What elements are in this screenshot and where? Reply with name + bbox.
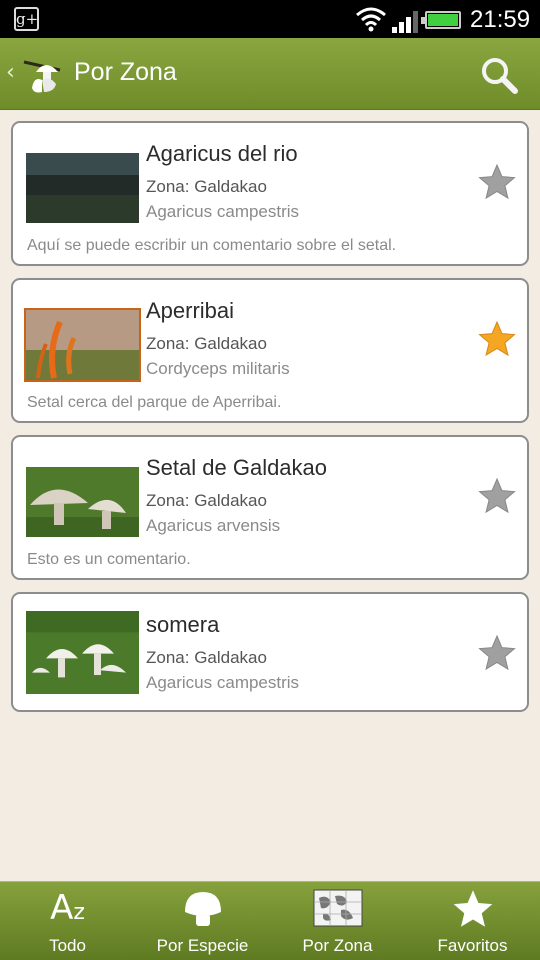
map-icon bbox=[313, 889, 362, 927]
favorite-star-icon[interactable] bbox=[478, 320, 516, 358]
list-item[interactable]: Agaricus del rio Zona: Galdakao Agaricus… bbox=[11, 121, 529, 266]
star-icon bbox=[453, 890, 492, 927]
signal-strength-icon bbox=[392, 11, 418, 33]
photo-thumbnail bbox=[24, 308, 141, 382]
photo-thumbnail bbox=[26, 153, 139, 223]
app-logo-mushroom-icon[interactable] bbox=[22, 50, 68, 96]
photo-thumbnail bbox=[26, 611, 139, 694]
photo-thumbnail bbox=[26, 467, 139, 537]
item-species: Agaricus campestris bbox=[146, 673, 300, 692]
setal-list: Agaricus del rio Zona: Galdakao Agaricus… bbox=[11, 121, 529, 724]
item-species: Cordyceps militaris bbox=[146, 359, 290, 378]
tab-todo[interactable]: Az Todo bbox=[0, 882, 135, 960]
item-species: Agaricus campestris bbox=[146, 202, 300, 221]
item-comment: Esto es un comentario. bbox=[27, 551, 191, 568]
item-name: Setal de Galdakao bbox=[146, 455, 328, 480]
tab-label: Todo bbox=[49, 936, 86, 955]
google-plus-notification-icon: g+ bbox=[14, 7, 39, 31]
item-comment: Setal cerca del parque de Aperribai. bbox=[27, 394, 282, 411]
item-zone: Zona: Galdakao bbox=[146, 491, 267, 510]
item-zone: Zona: Galdakao bbox=[146, 334, 267, 353]
favorite-star-icon[interactable] bbox=[478, 477, 516, 515]
page-title: Por Zona bbox=[74, 58, 177, 86]
action-bar: ‹ Por Zona bbox=[0, 38, 540, 110]
item-comment: Aquí se puede escribir un comentario sob… bbox=[27, 237, 397, 254]
favorite-star-icon[interactable] bbox=[478, 634, 516, 672]
favorite-star-icon[interactable] bbox=[478, 163, 516, 201]
item-name: somera bbox=[146, 612, 220, 637]
battery-icon bbox=[421, 11, 461, 29]
status-bar: g+ 21:59 bbox=[0, 0, 540, 38]
status-clock: 21:59 bbox=[470, 6, 531, 33]
item-name: Aperribai bbox=[146, 298, 235, 323]
list-item[interactable]: Setal de Galdakao Zona: Galdakao Agaricu… bbox=[11, 435, 529, 580]
bottom-tab-bar: Az Todo Por Especie Por Zona Favoritos bbox=[0, 881, 540, 960]
mushroom-icon bbox=[184, 892, 221, 926]
wifi-icon bbox=[356, 7, 386, 32]
up-chevron-icon[interactable]: ‹ bbox=[6, 60, 15, 85]
list-item[interactable]: somera Zona: Galdakao Agaricus campestri… bbox=[11, 592, 529, 712]
tab-label: Por Zona bbox=[302, 936, 373, 955]
tab-favoritos[interactable]: Favoritos bbox=[405, 882, 540, 960]
tab-por-zona[interactable]: Por Zona bbox=[270, 882, 405, 960]
item-zone: Zona: Galdakao bbox=[146, 177, 267, 196]
az-sort-icon: Az bbox=[50, 888, 85, 928]
tab-label: Favoritos bbox=[437, 936, 508, 955]
tab-label: Por Especie bbox=[156, 936, 249, 955]
search-icon[interactable] bbox=[478, 54, 520, 96]
tab-por-especie[interactable]: Por Especie bbox=[135, 882, 270, 960]
item-species: Agaricus arvensis bbox=[146, 516, 281, 535]
list-item[interactable]: Aperribai Zona: Galdakao Cordyceps milit… bbox=[11, 278, 529, 423]
item-zone: Zona: Galdakao bbox=[146, 648, 267, 667]
item-name: Agaricus del rio bbox=[146, 141, 298, 166]
